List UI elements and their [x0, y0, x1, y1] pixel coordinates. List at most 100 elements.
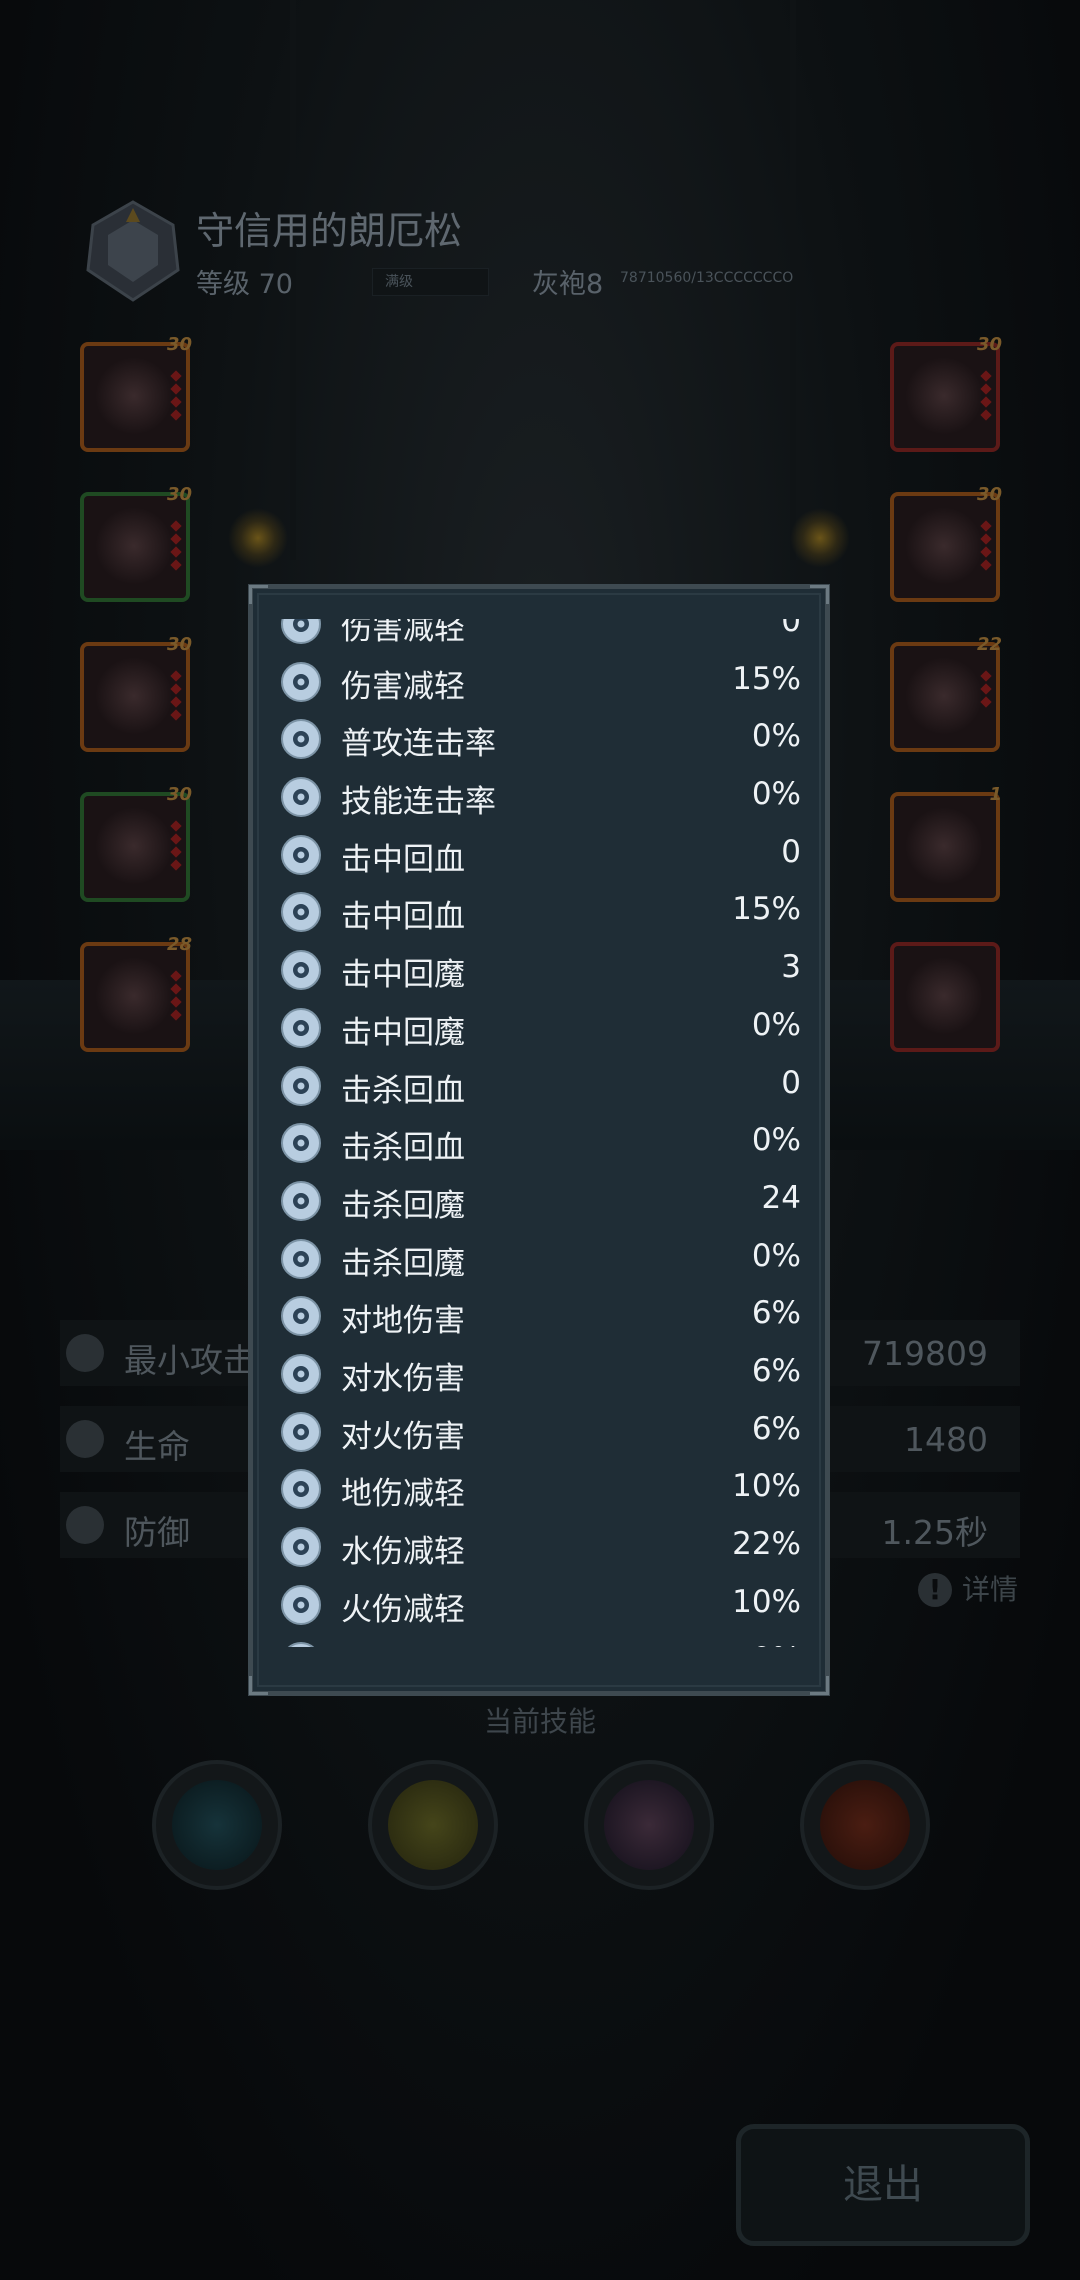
- stat-detail-name: 击中回血: [341, 841, 465, 878]
- gem-sockets: [980, 520, 992, 574]
- xp-bar: 满级: [372, 268, 489, 296]
- hit-heal-icon: [281, 834, 321, 875]
- gem-sockets: [170, 520, 182, 574]
- equip-slot-offhand[interactable]: [890, 942, 1000, 1052]
- skill-slot-lightning[interactable]: [584, 1760, 714, 1890]
- equip-slot-cloak[interactable]: 28: [80, 934, 192, 1052]
- stat-detail-row: 火伤减轻 10%: [281, 1577, 801, 1635]
- stat-detail-value: 0%: [751, 1237, 801, 1274]
- wall-lamp: [228, 508, 288, 568]
- defense-icon: [66, 1506, 104, 1544]
- stat-detail-value: 6%: [751, 1352, 801, 1389]
- stat-detail-value: 0%: [751, 1006, 801, 1043]
- stat-detail-row: 击杀回魔 24: [281, 1173, 801, 1231]
- stat-label: 生命: [124, 1427, 190, 1466]
- equip-slot-gloves[interactable]: 30: [80, 784, 192, 902]
- stat-detail-name: 伤害减轻: [341, 619, 465, 647]
- cooldown-icon: [281, 1642, 321, 1647]
- earth-shield-icon: [281, 1469, 321, 1510]
- panel-corner: [810, 585, 829, 604]
- stat-detail-name: 对地伤害: [341, 1303, 465, 1340]
- water-skill-icon: [172, 1780, 262, 1870]
- hit-heal-icon: [281, 892, 321, 933]
- ring-icon: [904, 508, 984, 584]
- equip-slot-boots[interactable]: 30: [80, 634, 192, 752]
- exit-button[interactable]: 退出: [736, 2124, 1030, 2246]
- gem-sockets: [980, 670, 992, 711]
- necklace-icon: [904, 658, 984, 734]
- stats-detail-modal: 伤害减轻 0 伤害减轻 15% 普攻连击率 0% 技能连击率 0% 击中回血 0 击中回血 15% 击中…: [248, 584, 830, 1696]
- stat-detail-row: 伤害减轻 0: [281, 619, 801, 654]
- helmet-icon: [94, 358, 174, 434]
- stat-detail-name: 击中回魔: [341, 1014, 465, 1051]
- details-label: 详情: [961, 1573, 1018, 1606]
- stat-detail-row: 击杀回血 0%: [281, 1115, 801, 1173]
- equip-level: 28: [166, 934, 192, 955]
- stat-detail-value: 24: [761, 1179, 801, 1216]
- heart-icon: [281, 1065, 321, 1106]
- skill-slot-fire[interactable]: [800, 1760, 930, 1890]
- equip-slot-amulet[interactable]: 1: [890, 784, 1002, 902]
- health-icon: [66, 1420, 104, 1458]
- skill-slot-bubbles[interactable]: [368, 1760, 498, 1890]
- equip-level: 22: [976, 634, 1002, 655]
- equip-slot-ring[interactable]: 30: [890, 484, 1002, 602]
- stat-detail-row: 击杀回血 0: [281, 1058, 801, 1116]
- equip-level: 30: [976, 484, 1002, 505]
- stat-detail-value: 10%: [732, 1468, 801, 1505]
- stat-detail-value: 0%: [752, 1641, 801, 1647]
- stat-detail-name: 击杀回魔: [341, 1187, 465, 1224]
- stat-detail-name: 普攻连击率: [341, 726, 496, 763]
- stat-label: 最小攻击: [124, 1341, 256, 1380]
- stat-detail-name: 对火伤害: [341, 1418, 465, 1455]
- stats-scroll-list[interactable]: 伤害减轻 0 伤害减轻 15% 普攻连击率 0% 技能连击率 0% 击中回血 0 击中回血 15% 击中…: [281, 619, 801, 1647]
- gem-sockets: [170, 370, 182, 424]
- stat-detail-name: 击中回血: [341, 899, 465, 936]
- stat-detail-name: 水伤减轻: [341, 1534, 465, 1570]
- details-link[interactable]: ! 详情: [917, 1568, 1018, 1608]
- equip-slot-necklace[interactable]: 22: [890, 634, 1002, 752]
- stat-detail-value: 3: [781, 949, 801, 986]
- stat-detail-value: 15%: [732, 891, 801, 928]
- equip-level: 30: [166, 334, 192, 355]
- panel-corner: [249, 1676, 268, 1695]
- panel-corner: [810, 1676, 829, 1695]
- stat-value: 1480: [904, 1420, 988, 1459]
- lightning-skill-icon: [604, 1780, 694, 1870]
- stat-detail-value: 0: [781, 1064, 801, 1101]
- stat-detail-row: 对水伤害 6%: [281, 1346, 801, 1404]
- equip-level: 30: [976, 334, 1002, 355]
- water-icon: [281, 1353, 321, 1394]
- stat-detail-row: 击中回血 0: [281, 827, 801, 885]
- hit-mana-icon: [281, 1007, 321, 1048]
- stat-detail-row: 普攻连击率 0%: [281, 711, 801, 769]
- rank-exp-progress: 78710560/13CCCCCCCO: [620, 270, 794, 286]
- equip-level: 1: [989, 784, 1002, 805]
- stat-detail-row: 对火伤害 6%: [281, 1404, 801, 1462]
- gem-sockets: [170, 970, 182, 1024]
- stat-detail-value: 22%: [732, 1526, 801, 1562]
- stat-detail-value: 15%: [732, 660, 801, 697]
- stat-detail-value: 0%: [751, 1122, 801, 1159]
- kill-mana-icon: [281, 1180, 321, 1221]
- equip-slot-helmet[interactable]: 30: [80, 334, 192, 452]
- player-level: 等级 70: [196, 269, 293, 300]
- amulet-icon: [904, 808, 984, 884]
- kill-mana-icon: [281, 1238, 321, 1279]
- equip-level: 30: [166, 784, 192, 805]
- skill-slot-water[interactable]: [152, 1760, 282, 1890]
- gem-sockets: [980, 370, 992, 424]
- water-shield-icon: [281, 1527, 321, 1567]
- stat-detail-value: 6%: [751, 1295, 801, 1332]
- stat-detail-name: 击杀回魔: [341, 1245, 465, 1282]
- equip-slot-weapon[interactable]: 30: [890, 334, 1002, 452]
- bubble-skill-icon: [388, 1780, 478, 1870]
- gem-sockets: [170, 670, 182, 724]
- stat-value: 1.25秒: [881, 1513, 988, 1552]
- stat-detail-row: 击中回魔 0%: [281, 1000, 801, 1058]
- skills-title: 当前技能: [483, 1705, 596, 1738]
- sword-combo-icon: [281, 719, 321, 760]
- equip-slot-armor[interactable]: 30: [80, 484, 192, 602]
- stat-detail-name: 技能连击率: [341, 784, 496, 821]
- stat-detail-name: 地伤减轻: [341, 1476, 465, 1513]
